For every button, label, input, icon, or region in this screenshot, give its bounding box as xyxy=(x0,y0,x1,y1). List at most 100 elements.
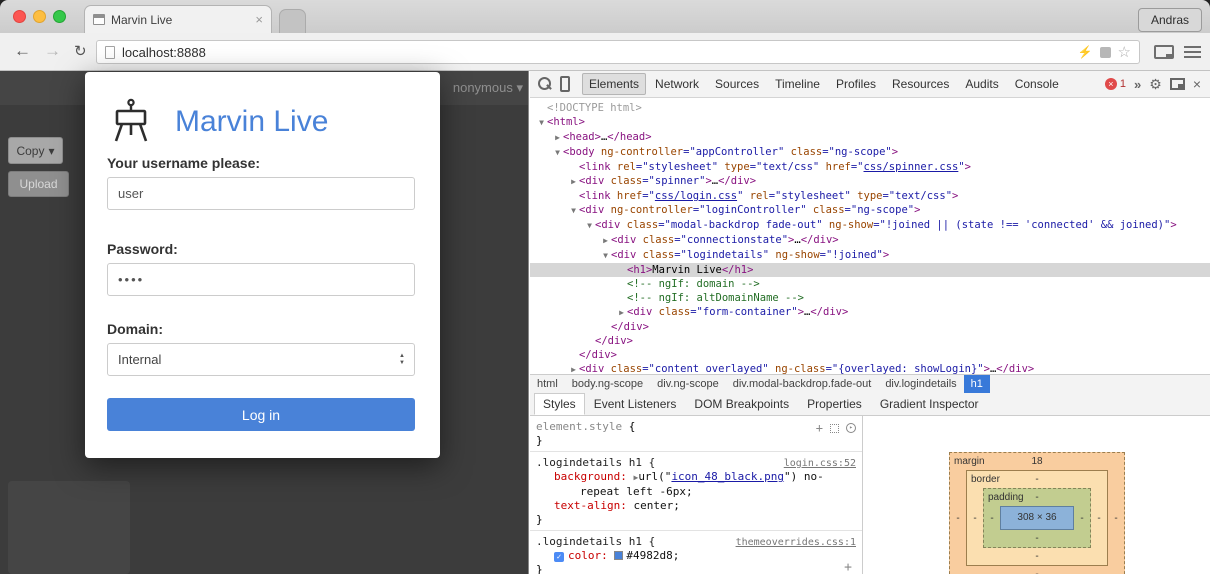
property-checkbox[interactable]: ✓ xyxy=(554,552,564,562)
resource-link[interactable]: css/login.css xyxy=(655,190,737,202)
css-property[interactable]: ✓color: #4982d8; xyxy=(536,549,856,563)
new-tab-button[interactable] xyxy=(279,9,306,33)
rule-selector[interactable]: .logindetails h1 xyxy=(536,456,642,469)
fullscreen-window-button[interactable] xyxy=(53,10,66,23)
domain-select[interactable]: Internal ▲▼ xyxy=(107,343,415,376)
dom-tree-line[interactable]: ▶<div class="form-container">…</div> xyxy=(530,305,1210,320)
crumb-div.ng-scope[interactable]: div.ng-scope xyxy=(650,375,726,393)
padding-right-value[interactable]: - xyxy=(1074,513,1090,524)
profile-button[interactable]: Andras xyxy=(1138,8,1202,32)
tree-arrow-icon[interactable]: ▶ xyxy=(568,363,579,374)
address-bar[interactable]: localhost:8888 ⚡ ☆ xyxy=(96,40,1140,64)
forward-icon[interactable]: → xyxy=(44,41,61,61)
tab-audits[interactable]: Audits xyxy=(958,73,1005,95)
border-bottom-value[interactable]: - xyxy=(967,548,1107,565)
dom-tree-line[interactable]: <link href="css/login.css" rel="styleshe… xyxy=(530,189,1210,203)
password-input[interactable] xyxy=(107,263,415,296)
settings-gear-icon[interactable]: ⚙ xyxy=(1149,77,1162,91)
tab-network[interactable]: Network xyxy=(648,73,706,95)
user-menu[interactable]: nonymous ▾ xyxy=(453,80,523,96)
page-security-icon[interactable] xyxy=(105,46,115,59)
margin-bottom-value[interactable]: - xyxy=(950,566,1124,574)
dom-tree-line[interactable]: ▼<div class="logindetails" ng-show="!joi… xyxy=(530,248,1210,263)
crumb-html[interactable]: html xyxy=(530,375,565,393)
box-model-border[interactable]: border- - padding- - 308 × 36 - - xyxy=(966,470,1108,566)
css-property[interactable]: background: ▶url("icon_48_black.png") no… xyxy=(536,470,856,499)
stylesheet-link[interactable]: themeoverrides.css:1 xyxy=(736,536,856,550)
sidebar-tab-properties[interactable]: Properties xyxy=(798,393,871,415)
error-badge-icon[interactable]: × xyxy=(1105,78,1117,90)
dom-tree-line[interactable]: <link rel="stylesheet" type="text/css" h… xyxy=(530,160,1210,174)
rule-selector[interactable]: .logindetails h1 xyxy=(536,535,642,548)
box-model-padding[interactable]: padding- - 308 × 36 - - xyxy=(983,488,1091,548)
add-rule-icon[interactable]: + xyxy=(844,561,852,574)
tab-sources[interactable]: Sources xyxy=(708,73,766,95)
crumb-div.logindetails[interactable]: div.logindetails xyxy=(878,375,963,393)
animations-icon[interactable]: ▸ xyxy=(846,423,856,433)
minimize-window-button[interactable] xyxy=(33,10,46,23)
margin-right-value[interactable]: - xyxy=(1108,513,1124,524)
upload-button[interactable]: Upload xyxy=(8,171,69,197)
border-left-value[interactable]: - xyxy=(967,513,983,524)
inspect-search-icon[interactable] xyxy=(538,77,552,91)
style-rule[interactable]: .logindetails h1 { login.css:52 backgrou… xyxy=(530,452,862,531)
tree-arrow-icon[interactable]: ▼ xyxy=(600,249,611,263)
tab-timeline[interactable]: Timeline xyxy=(768,73,827,95)
tree-arrow-icon[interactable]: ▼ xyxy=(536,116,547,130)
dock-side-icon[interactable] xyxy=(1170,78,1185,90)
dom-tree-line[interactable]: <!DOCTYPE html> xyxy=(530,101,1210,115)
dom-tree-line[interactable]: <!-- ngIf: altDomainName --> xyxy=(530,291,1210,305)
browser-menu-icon[interactable] xyxy=(1184,46,1201,58)
dom-tree-line[interactable]: </div> xyxy=(530,320,1210,334)
css-property[interactable]: text-align: center; xyxy=(536,499,856,513)
toggle-element-state-icon[interactable] xyxy=(830,424,839,433)
dom-tree-line[interactable]: <!-- ngIf: domain --> xyxy=(530,277,1210,291)
dom-tree-line[interactable]: <h1>Marvin Live</h1> xyxy=(530,263,1210,277)
flash-plugin-icon[interactable]: ⚡ xyxy=(1078,45,1093,59)
dom-tree-line[interactable]: ▼<div ng-controller="loginController" cl… xyxy=(530,203,1210,218)
padding-top-value[interactable]: - xyxy=(1035,492,1038,503)
reload-icon[interactable]: ↻ xyxy=(74,42,87,60)
tab-console[interactable]: Console xyxy=(1008,73,1066,95)
dom-tree-line[interactable]: ▼<div class="modal-backdrop fade-out" ng… xyxy=(530,218,1210,233)
padding-bottom-value[interactable]: - xyxy=(984,530,1090,547)
username-input[interactable] xyxy=(107,177,415,210)
tree-arrow-icon[interactable]: ▼ xyxy=(552,146,563,160)
tab-close-icon[interactable]: × xyxy=(255,13,263,26)
dom-tree-line[interactable]: ▼<html> xyxy=(530,115,1210,130)
margin-left-value[interactable]: - xyxy=(950,513,966,524)
box-model-content[interactable]: 308 × 36 xyxy=(1000,506,1074,530)
extension-icon[interactable] xyxy=(1100,47,1111,58)
tree-arrow-icon[interactable]: ▶ xyxy=(616,306,627,320)
cast-icon[interactable] xyxy=(1154,45,1174,59)
box-model-margin[interactable]: margin18 - border- - padding- - 308 × 36 xyxy=(949,452,1125,574)
tree-arrow-icon[interactable]: ▼ xyxy=(568,204,579,218)
new-style-rule-icon[interactable]: + xyxy=(816,421,823,435)
resource-link[interactable]: icon_48_black.png xyxy=(671,470,784,483)
margin-top-value[interactable]: 18 xyxy=(1031,456,1042,467)
style-rule[interactable]: .logindetails h1 { themeoverrides.css:1 … xyxy=(530,531,862,574)
dom-tree-line[interactable]: </div> xyxy=(530,348,1210,362)
dom-tree-line[interactable]: ▼<body ng-controller="appController" cla… xyxy=(530,145,1210,160)
url-text[interactable]: localhost:8888 xyxy=(122,45,1071,60)
copy-button[interactable]: Copy▾ xyxy=(8,137,63,164)
login-button[interactable]: Log in xyxy=(107,398,415,431)
device-mode-icon[interactable] xyxy=(560,76,570,92)
border-right-value[interactable]: - xyxy=(1091,513,1107,524)
element-style-section[interactable]: element.style { } + ▸ xyxy=(530,416,862,452)
back-icon[interactable]: ← xyxy=(14,41,31,61)
tab-resources[interactable]: Resources xyxy=(885,73,956,95)
tree-arrow-icon[interactable]: ▼ xyxy=(584,219,595,233)
border-top-value[interactable]: - xyxy=(1035,474,1038,485)
resource-link[interactable]: css/spinner.css xyxy=(864,161,959,173)
tab-elements[interactable]: Elements xyxy=(582,73,646,95)
stylesheet-link[interactable]: login.css:52 xyxy=(784,457,856,471)
crumb-h1[interactable]: h1 xyxy=(964,375,990,393)
dom-tree-line[interactable]: ▶<div class="content overlayed" ng-class… xyxy=(530,362,1210,374)
console-drawer-icon[interactable]: » xyxy=(1134,77,1141,92)
dom-tree-line[interactable]: ▶<head>…</head> xyxy=(530,130,1210,145)
sidebar-tab-gradient-inspector[interactable]: Gradient Inspector xyxy=(871,393,988,415)
tree-arrow-icon[interactable]: ▶ xyxy=(568,175,579,189)
crumb-body.ng-scope[interactable]: body.ng-scope xyxy=(565,375,650,393)
dom-tree-line[interactable]: ▶<div class="spinner">…</div> xyxy=(530,174,1210,189)
